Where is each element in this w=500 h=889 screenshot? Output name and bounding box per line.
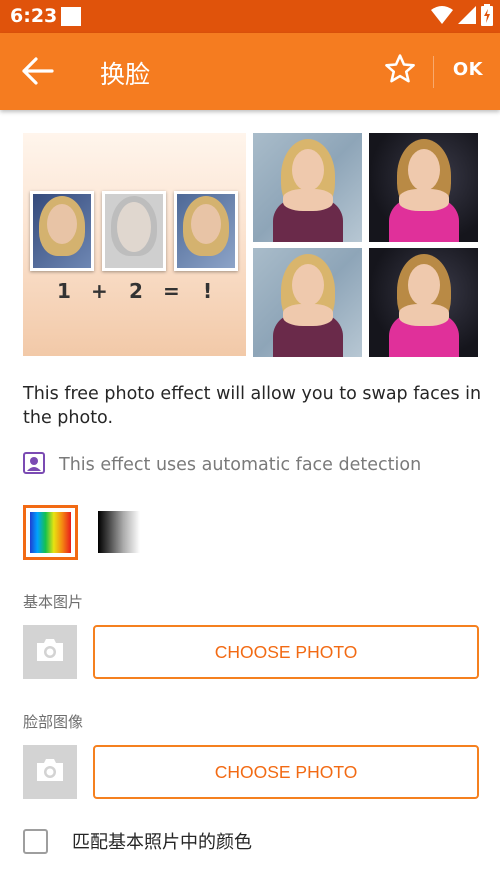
cellular-signal-icon	[458, 6, 476, 28]
choose-face-photo-button[interactable]: CHOOSE PHOTO	[93, 745, 479, 799]
face-image-thumbnail[interactable]	[23, 745, 77, 799]
auto-detection-text: This effect uses automatic face detectio…	[59, 455, 422, 475]
status-time: 6:23	[10, 5, 58, 27]
color-mode-bw-option[interactable]	[98, 511, 140, 553]
notification-square-icon	[61, 7, 81, 26]
star-outline-icon	[383, 52, 417, 90]
example-base-photo	[30, 191, 94, 271]
example-result-photo	[174, 191, 238, 271]
color-mode-color-option[interactable]	[23, 505, 78, 560]
example-face-photo	[102, 191, 166, 271]
base-photo-label: 基本图片	[23, 593, 84, 611]
back-button[interactable]	[14, 53, 62, 93]
preview-example-image: 1 + 2 = !	[23, 133, 246, 356]
preview-photo	[253, 248, 362, 357]
wifi-icon	[431, 6, 453, 28]
equation-term: 2	[129, 279, 143, 303]
color-gradient-swatch	[30, 512, 71, 553]
effect-description: This free photo effect will allow you to…	[23, 384, 482, 428]
favorite-button[interactable]	[380, 51, 420, 91]
equation-operator: =	[163, 279, 180, 303]
equation-result: !	[203, 279, 213, 303]
ok-button[interactable]: OK	[444, 59, 492, 87]
status-icons	[431, 4, 493, 30]
status-bar: 6:23	[0, 0, 500, 33]
arrow-back-icon	[22, 57, 54, 89]
match-color-label: 匹配基本照片中的颜色	[72, 832, 252, 853]
equation-term: 1	[57, 279, 71, 303]
battery-charging-icon	[481, 4, 493, 30]
camera-icon	[34, 757, 66, 787]
face-detection-icon	[23, 452, 45, 478]
app-bar: 换脸 OK	[0, 33, 500, 110]
camera-icon	[34, 637, 66, 667]
app-bar-divider	[433, 56, 434, 88]
preview-photo	[253, 133, 362, 242]
base-photo-thumbnail[interactable]	[23, 625, 77, 679]
equation-operator: +	[91, 279, 108, 303]
auto-detection-info: This effect uses automatic face detectio…	[23, 452, 422, 478]
page-title: 换脸	[100, 60, 151, 89]
face-image-label: 脸部图像	[23, 713, 84, 731]
match-color-option: 匹配基本照片中的颜色	[23, 828, 252, 854]
match-color-checkbox[interactable]	[23, 828, 48, 854]
preview-photo	[369, 133, 478, 242]
choose-base-photo-button[interactable]: CHOOSE PHOTO	[93, 625, 479, 679]
preview-photo	[369, 248, 478, 357]
